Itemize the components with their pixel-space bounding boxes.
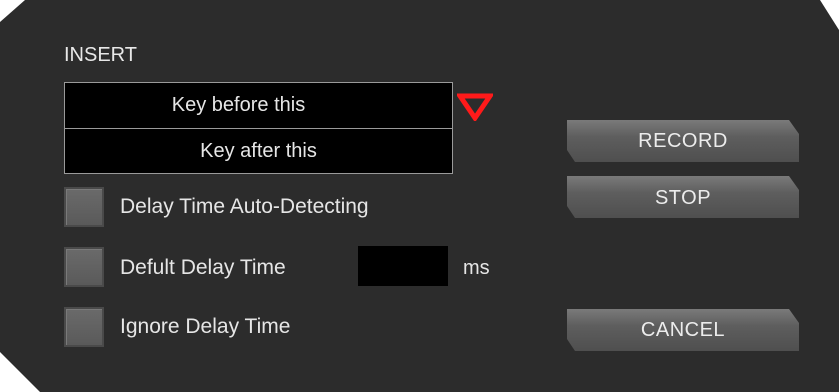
default-delay-checkbox[interactable] bbox=[64, 247, 104, 287]
default-delay-label: Defult Delay Time bbox=[120, 256, 286, 279]
cancel-button[interactable]: CANCEL bbox=[567, 309, 799, 351]
macro-insert-dialog: INSERT Key before this Key after this De… bbox=[0, 0, 839, 392]
ignore-delay-checkbox[interactable] bbox=[64, 307, 104, 347]
default-delay-input[interactable] bbox=[358, 246, 448, 286]
auto-detect-label: Delay Time Auto-Detecting bbox=[120, 195, 369, 218]
insert-position-list: Key before this Key after this bbox=[64, 82, 493, 174]
record-button[interactable]: RECORD bbox=[567, 120, 799, 162]
delay-unit-label: ms bbox=[463, 257, 490, 279]
dropdown-triangle-icon[interactable] bbox=[457, 93, 493, 121]
auto-detect-checkbox[interactable] bbox=[64, 187, 104, 227]
stop-button[interactable]: STOP bbox=[567, 176, 799, 218]
ignore-delay-label: Ignore Delay Time bbox=[120, 315, 291, 338]
insert-label: INSERT bbox=[64, 44, 137, 66]
option-key-after-this[interactable]: Key after this bbox=[65, 129, 452, 174]
option-key-before-this[interactable]: Key before this bbox=[65, 83, 452, 128]
